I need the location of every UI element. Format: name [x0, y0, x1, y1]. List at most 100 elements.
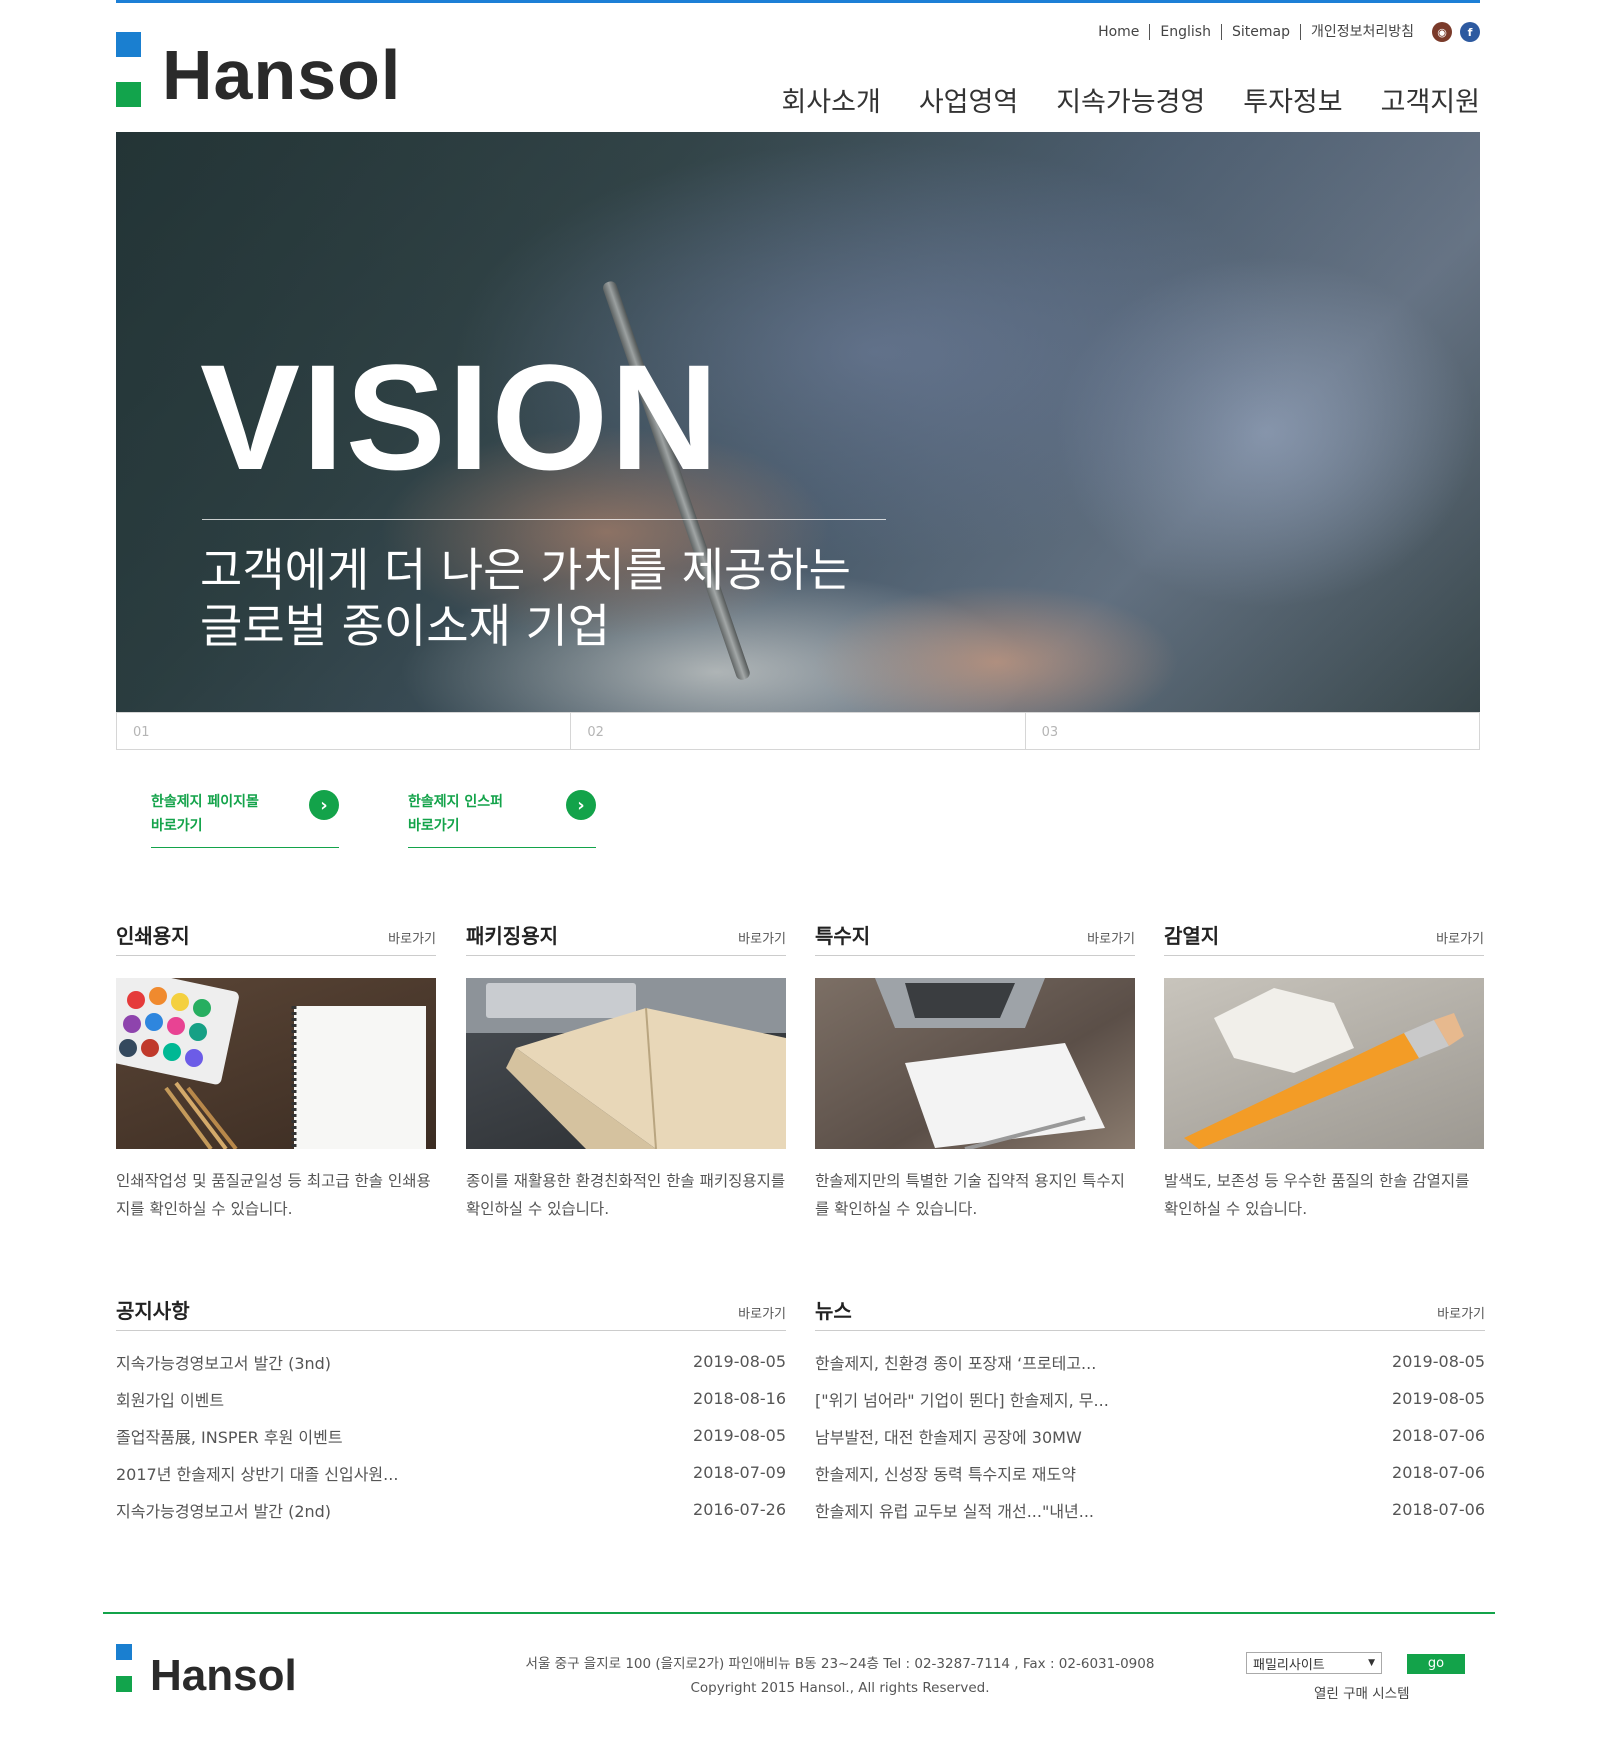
dropdown-arrow-icon: ▼ [1368, 1658, 1375, 1668]
list-item[interactable]: ["위기 넘어라" 기업이 뛴다] 한솔제지, 무... 2019-08-05 [815, 1380, 1485, 1417]
item-title[interactable]: 지속가능경영보고서 발간 (3nd) [116, 1350, 331, 1374]
list-item[interactable]: 한솔제지, 신성장 동력 특수지로 재도약 2018-07-06 [815, 1454, 1485, 1491]
product-card-packaging: 패키징용지 바로가기 종이를 재활용한 환경친화적인 한솔 패키징용지를 확인하… [466, 920, 786, 1223]
instagram-icon[interactable]: ◉ [1432, 22, 1452, 42]
product-card-printing: 인쇄용지 바로가기 인쇄작업성 및 품질균일성 등 최고급 한솔 인쇄용지를 확… [116, 920, 436, 1223]
footer-logo-wordmark: Hansol [150, 1651, 297, 1700]
pager-tab-2[interactable]: 02 [571, 713, 1026, 749]
product-card-thermal: 감열지 바로가기 발색도, 보존성 등 우수한 품질의 한솔 감열지를 확인하실… [1164, 920, 1484, 1223]
item-date: 2018-07-09 [693, 1463, 786, 1482]
product-title: 인쇄용지 [116, 924, 190, 948]
chevron-right-icon[interactable]: › [566, 790, 596, 820]
item-date: 2018-07-06 [1392, 1500, 1485, 1519]
product-title: 특수지 [815, 924, 871, 948]
product-more-link[interactable]: 바로가기 [388, 928, 436, 947]
board-header: 뉴스 바로가기 [815, 1295, 1485, 1331]
family-site-select[interactable]: 패밀리사이트 ▼ [1246, 1652, 1382, 1674]
quick-link-paper-mall[interactable]: 한솔제지 페이지몰 바로가기 › [151, 782, 339, 848]
top-accent-line [116, 0, 1480, 3]
hansol-logo[interactable]: Hansol [116, 32, 436, 112]
item-title[interactable]: 한솔제지, 친환경 종이 포장재 ‘프로테고... [815, 1350, 1096, 1374]
item-date: 2019-08-05 [693, 1426, 786, 1445]
item-date: 2019-08-05 [1392, 1389, 1485, 1408]
pager-tab-1[interactable]: 01 [117, 713, 572, 749]
pencil-and-paper-photo [1184, 988, 1464, 1149]
item-date: 2018-07-06 [1392, 1426, 1485, 1445]
list-item[interactable]: 한솔제지, 친환경 종이 포장재 ‘프로테고... 2019-08-05 [815, 1343, 1485, 1380]
nav-item-sustainability[interactable]: 지속가능경영 [1056, 80, 1205, 119]
util-link-privacy[interactable]: 개인정보처리방침 [1301, 24, 1424, 40]
watercolor-palette-photo [116, 978, 426, 1149]
notice-board: 공지사항 바로가기 지속가능경영보고서 발간 (3nd) 2019-08-05 회… [116, 1295, 786, 1528]
logo-green-square [116, 1676, 132, 1692]
footer-divider [103, 1612, 1495, 1614]
item-date: 2019-08-05 [1392, 1352, 1485, 1371]
hero-pager: 01 02 03 [116, 712, 1480, 750]
item-title[interactable]: 한솔제지 유럽 교두보 실적 개선..."내년... [815, 1498, 1094, 1522]
footer-logo[interactable]: Hansol [116, 1644, 356, 1704]
hero-banner: VISION 고객에게 더 나은 가치를 제공하는 글로벌 종이소재 기업 [116, 132, 1480, 712]
item-title[interactable]: 지속가능경영보고서 발간 (2nd) [116, 1498, 331, 1522]
product-more-link[interactable]: 바로가기 [1436, 928, 1484, 947]
item-date: 2016-07-26 [693, 1500, 786, 1519]
logo-blue-square [116, 1644, 132, 1660]
product-title: 패키징용지 [466, 924, 558, 948]
util-link-english[interactable]: English [1150, 24, 1222, 40]
nav-item-business[interactable]: 사업영역 [919, 80, 1018, 119]
product-description: 인쇄작업성 및 품질균일성 등 최고급 한솔 인쇄용지를 확인하실 수 있습니다… [116, 1172, 431, 1218]
logo-blue-square [116, 32, 141, 57]
nav-item-company[interactable]: 회사소개 [781, 80, 880, 119]
footer-address: 서울 중구 을지로 100 (을지로2가) 파인애비뉴 B동 23~24층 Te… [525, 1656, 1155, 1672]
item-title[interactable]: 졸업작품展, INSPER 후원 이벤트 [116, 1424, 343, 1448]
list-item[interactable]: 졸업작품展, INSPER 후원 이벤트 2019-08-05 [116, 1417, 786, 1454]
board-more-link[interactable]: 바로가기 [1437, 1303, 1485, 1322]
product-header: 감열지 바로가기 [1164, 920, 1484, 956]
item-title[interactable]: ["위기 넘어라" 기업이 뛴다] 한솔제지, 무... [815, 1387, 1109, 1411]
list-item[interactable]: 남부발전, 대전 한솔제지 공장에 30MW 2018-07-06 [815, 1417, 1485, 1454]
product-more-link[interactable]: 바로가기 [738, 928, 786, 947]
product-description: 발색도, 보존성 등 우수한 품질의 한솔 감열지를 확인하실 수 있습니다. [1164, 1172, 1470, 1218]
laptop-and-paper-photo [875, 978, 1105, 1149]
product-more-link[interactable]: 바로가기 [1087, 928, 1135, 947]
item-title[interactable]: 한솔제지, 신성장 동력 특수지로 재도약 [815, 1461, 1076, 1485]
nav-item-support[interactable]: 고객지원 [1381, 80, 1480, 119]
family-site-value: 패밀리사이트 [1253, 1657, 1325, 1673]
logo-green-square [116, 82, 141, 107]
product-header: 인쇄용지 바로가기 [116, 920, 436, 956]
product-card-specialty: 특수지 바로가기 한솔제지만의 특별한 기술 집약적 용지인 특수지를 확인하실… [815, 920, 1135, 1223]
product-image[interactable] [116, 978, 436, 1149]
footer-info: 서울 중구 을지로 100 (을지로2가) 파인애비뉴 B동 23~24층 Te… [460, 1652, 1220, 1700]
family-go-button[interactable]: go [1407, 1654, 1465, 1674]
main-nav: 회사소개 사업영역 지속가능경영 투자정보 고객지원 [743, 80, 1480, 119]
util-link-home[interactable]: Home [1088, 24, 1151, 40]
open-purchase-link[interactable]: 열린 구매 시스템 [1314, 1682, 1410, 1702]
item-title[interactable]: 회원가입 이벤트 [116, 1387, 224, 1411]
product-image[interactable] [1164, 978, 1484, 1149]
product-image[interactable] [815, 978, 1135, 1149]
facebook-icon[interactable]: f [1460, 22, 1480, 42]
logo-wordmark: Hansol [162, 36, 402, 114]
board-more-link[interactable]: 바로가기 [738, 1303, 786, 1322]
item-title[interactable]: 남부발전, 대전 한솔제지 공장에 30MW [815, 1424, 1082, 1448]
hero-subtitle-line: 고객에게 더 나은 가치를 제공하는 글로벌 종이소재 기업 [200, 543, 851, 653]
list-item[interactable]: 2017년 한솔제지 상반기 대졸 신입사원... 2018-07-09 [116, 1454, 786, 1491]
list-item[interactable]: 한솔제지 유럽 교두보 실적 개선..."내년... 2018-07-06 [815, 1491, 1485, 1528]
product-title: 감열지 [1164, 924, 1220, 948]
pager-tab-3[interactable]: 03 [1026, 713, 1479, 749]
util-link-sitemap[interactable]: Sitemap [1222, 24, 1301, 40]
utility-nav: Home English Sitemap 개인정보처리방침 ◉ f [1088, 22, 1480, 42]
open-notebook-photo [466, 978, 786, 1149]
notice-list: 지속가능경영보고서 발간 (3nd) 2019-08-05 회원가입 이벤트 201… [116, 1343, 786, 1528]
product-description: 한솔제지만의 특별한 기술 집약적 용지인 특수지를 확인하실 수 있습니다. [815, 1172, 1125, 1218]
item-title[interactable]: 2017년 한솔제지 상반기 대졸 신입사원... [116, 1461, 398, 1485]
hero-divider [202, 519, 886, 520]
chevron-right-icon[interactable]: › [309, 790, 339, 820]
quick-link-insper[interactable]: 한솔제지 인스퍼 바로가기 › [408, 782, 596, 848]
list-item[interactable]: 지속가능경영보고서 발간 (2nd) 2016-07-26 [116, 1491, 786, 1528]
product-image[interactable] [466, 978, 786, 1149]
board-title: 뉴스 [815, 1299, 852, 1323]
item-date: 2019-08-05 [693, 1352, 786, 1371]
list-item[interactable]: 지속가능경영보고서 발간 (3nd) 2019-08-05 [116, 1343, 786, 1380]
list-item[interactable]: 회원가입 이벤트 2018-08-16 [116, 1380, 786, 1417]
nav-item-investor[interactable]: 투자정보 [1243, 80, 1342, 119]
